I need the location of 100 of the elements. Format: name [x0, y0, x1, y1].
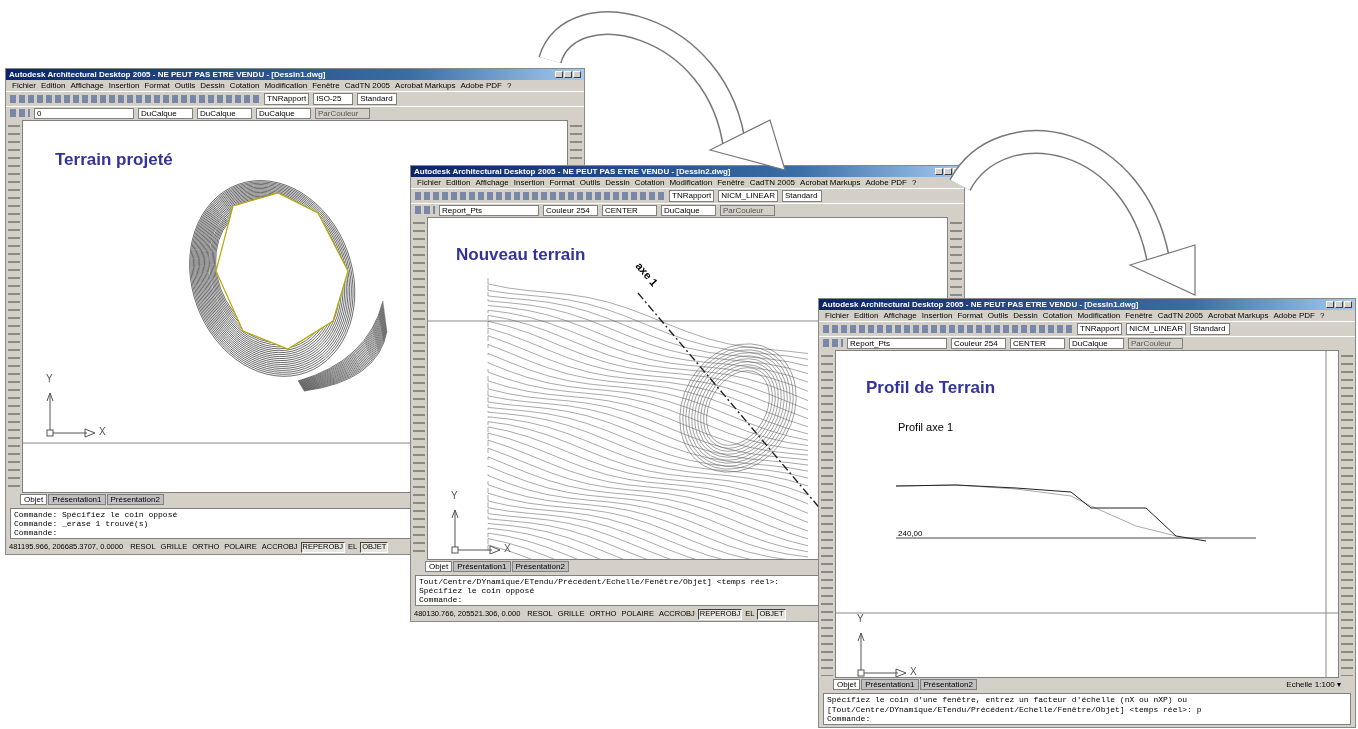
menu-item[interactable]: Dessin: [1013, 311, 1038, 321]
menu-item[interactable]: Fichier: [12, 81, 36, 91]
menu-item[interactable]: Cotation: [229, 81, 260, 91]
menu-item[interactable]: Adobe PDF: [460, 81, 502, 91]
menu-item[interactable]: Adobe PDF: [1273, 311, 1315, 321]
menu-item[interactable]: CadTN 2005: [1157, 311, 1204, 321]
dropdown-field[interactable]: Report_Pts: [439, 204, 539, 216]
menu-item[interactable]: Affichage: [475, 178, 509, 188]
layout-tab[interactable]: Présentation2: [511, 560, 569, 572]
menu-item[interactable]: Edition: [446, 178, 471, 188]
axis-label: X: [99, 425, 106, 438]
menu-item[interactable]: Acrobat Markups: [1208, 311, 1269, 321]
menu-item[interactable]: Acrobat Markups: [395, 81, 456, 91]
menu-item[interactable]: Fichier: [417, 178, 441, 188]
dropdown-field[interactable]: Standard: [1189, 323, 1230, 335]
menu-item[interactable]: Format: [144, 81, 170, 91]
dropdown-field[interactable]: CENTER: [1010, 337, 1065, 349]
profile-title: Profil axe 1: [898, 420, 954, 434]
menu-item[interactable]: Outils: [579, 178, 601, 188]
menu-item[interactable]: Outils: [987, 311, 1009, 321]
menu-item[interactable]: Acrobat Markups: [800, 178, 861, 188]
toolbar-icons-drawing[interactable]: [823, 339, 843, 348]
menu-item[interactable]: Dessin: [605, 178, 630, 188]
dropdown-field[interactable]: DuCalque: [661, 204, 716, 216]
layout-tab[interactable]: Présentation2: [106, 493, 164, 505]
dropdown-field[interactable]: NICM_LINEAR: [718, 190, 778, 202]
layout-tab[interactable]: Objet: [425, 560, 453, 572]
menu-item[interactable]: CadTN 2005: [749, 178, 796, 188]
menu-item[interactable]: Edition: [854, 311, 879, 321]
scale-field[interactable]: Echelle 1:100 ▾: [1286, 680, 1341, 690]
menu-item[interactable]: ?: [911, 178, 917, 188]
menu-item[interactable]: Format: [549, 178, 575, 188]
dropdown-field[interactable]: CENTER: [602, 204, 657, 216]
command-text: Commande:: [14, 528, 58, 538]
menu-item[interactable]: ?: [506, 81, 512, 91]
menu-item[interactable]: Dessin: [200, 81, 225, 91]
menu-item[interactable]: Edition: [41, 81, 66, 91]
toolbar-icons-drawing[interactable]: [415, 206, 435, 215]
menu-item[interactable]: Modification: [669, 178, 713, 188]
menu-item[interactable]: Fenêtre: [1125, 311, 1153, 321]
command-text: Commande: _erase 1 trouvé(s): [14, 519, 149, 529]
command-text: Commande: Spécifiez le coin opposé: [14, 509, 178, 519]
menu-item[interactable]: CadTN 2005: [344, 81, 391, 91]
dropdown-field[interactable]: TNRapport: [264, 93, 310, 105]
menu-item[interactable]: Cotation: [634, 178, 665, 188]
axis-name: axe 1: [633, 259, 661, 289]
layout-tab[interactable]: Objet: [833, 679, 861, 691]
toolbar-icons-drawing[interactable]: [415, 191, 665, 200]
menu-item[interactable]: Adobe PDF: [865, 178, 907, 188]
menu-item[interactable]: Affichage: [70, 81, 104, 91]
dropdown-field[interactable]: 0: [34, 107, 134, 119]
dropdown-field[interactable]: TNRapport: [1077, 323, 1123, 335]
menu-item[interactable]: Insertion: [108, 81, 140, 91]
ucs-icon: [46, 392, 96, 438]
axis-label: Y: [451, 489, 458, 502]
layout-tab[interactable]: Présentation2: [919, 679, 977, 691]
dropdown-field[interactable]: Couleur 254: [951, 337, 1006, 349]
drawing-title: Terrain projeté: [55, 150, 173, 170]
layout-tab[interactable]: Objet: [20, 493, 48, 505]
dropdown-field[interactable]: Report_Pts: [847, 337, 947, 349]
dropdown-field[interactable]: DuCalque: [1069, 337, 1124, 349]
dropdown-field[interactable]: Standard: [357, 93, 398, 105]
menu-item[interactable]: Insertion: [921, 311, 953, 321]
toolbar-icons-drawing[interactable]: [823, 324, 1073, 333]
dropdown-field[interactable]: DuCalque: [138, 107, 193, 119]
menu-item[interactable]: Affichage: [883, 311, 917, 321]
axis-label: X: [504, 542, 511, 555]
menu-item[interactable]: Fenêtre: [312, 81, 340, 91]
layout-tab[interactable]: Présentation1: [861, 679, 919, 691]
dropdown-field[interactable]: DuCalque: [197, 107, 252, 119]
layout-tab[interactable]: Présentation1: [48, 493, 106, 505]
menu-item[interactable]: Modification: [264, 81, 308, 91]
layout-tab[interactable]: Présentation1: [453, 560, 511, 572]
command-text: [Tout/Centre/DYnamique/ETendu/Précédent/Echelle/Fenêtre/Objet] <temps réel>: p: [827, 704, 1202, 714]
axis-label: Y: [857, 612, 864, 625]
dropdown-field[interactable]: ParCouleur: [720, 204, 775, 216]
menu-item[interactable]: Outils: [174, 81, 196, 91]
menu-item[interactable]: Modification: [1077, 311, 1121, 321]
command-text: Spécifiez le coin d'une fenêtre, entrez un facteur d'échelle (nX ou nXP) ou: [827, 695, 1188, 705]
menu-item[interactable]: Fichier: [825, 311, 849, 321]
dropdown-field[interactable]: TNRapport: [669, 190, 715, 202]
dropdown-field[interactable]: NICM_LINEAR: [1126, 323, 1186, 335]
menu-item[interactable]: Fenêtre: [717, 178, 745, 188]
dropdown-field[interactable]: ParCouleur: [315, 107, 370, 119]
menu-item[interactable]: Format: [957, 311, 983, 321]
dropdown-field[interactable]: ISO-25: [313, 93, 354, 105]
dropdown-field[interactable]: Couleur 254: [543, 204, 598, 216]
menu-item[interactable]: Cotation: [1042, 311, 1073, 321]
datum-label: 240,00: [898, 528, 923, 538]
dropdown-field[interactable]: DuCalque: [256, 107, 311, 119]
toolbar-icons-drawing[interactable]: [10, 94, 260, 103]
menu-item[interactable]: ?: [1319, 311, 1325, 321]
window-title: Autodesk Architectural Desktop 2005 - NE PEUT PAS ETRE VENDU - [Dessin1.dwg]: [9, 70, 326, 80]
window-title: Autodesk Architectural Desktop 2005 - NE PEUT PAS ETRE VENDU - [Dessin2.dwg]: [414, 167, 731, 177]
menu-item[interactable]: Insertion: [513, 178, 545, 188]
toolbar-icons-drawing[interactable]: [10, 109, 30, 118]
dropdown-field[interactable]: ParCouleur: [1128, 337, 1183, 349]
drawing-title: Nouveau terrain: [456, 245, 586, 265]
ucs-icon: [451, 509, 501, 555]
dropdown-field[interactable]: Standard: [781, 190, 822, 202]
